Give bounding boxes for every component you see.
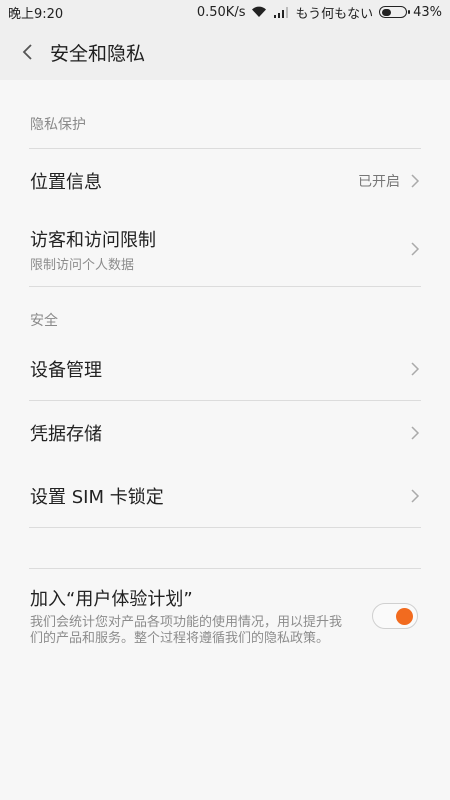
device-management-label: 设备管理 [30,359,102,381]
wifi-icon [252,6,267,18]
credential-storage-row[interactable]: 凭据存储 [0,401,450,464]
battery-icon [379,6,411,18]
battery-percent: 43% [413,4,442,20]
section-header-privacy: 隐私保护 [30,117,86,133]
plan-title: 加入“用户体验计划” [30,589,193,610]
chevron-right-icon [411,425,420,440]
sim-lock-label: 设置 SIM 卡锁定 [30,486,164,508]
user-experience-plan-row: 加入“用户体验计划” 我们会统计您对产品各项功能的使用情况，用以提升我们的产品和… [0,569,450,647]
device-management-row[interactable]: 设备管理 [0,337,450,400]
section-header-security: 安全 [30,313,58,329]
signal-icon [274,7,289,18]
chevron-right-icon [411,173,420,188]
page-title: 安全和隐私 [50,42,146,65]
title-bar: 安全和隐私 [0,24,450,80]
plan-description: 我们会统计您对产品各项功能的使用情况，用以提升我们的产品和服务。整个过程将遵循我… [30,615,343,646]
guest-access-label: 访客和访问限制 [30,229,156,251]
chevron-right-icon [411,242,420,256]
location-row[interactable]: 位置信息 已开启 [0,149,450,212]
status-time: 晚上9:20 [8,6,64,22]
guest-access-subtitle: 限制访问个人数据 [30,257,135,273]
credential-storage-label: 凭据存储 [30,423,102,445]
location-label: 位置信息 [30,171,102,193]
back-arrow-icon[interactable] [18,42,38,62]
sim-lock-row[interactable]: 设置 SIM 卡锁定 [0,464,450,527]
status-right: 0.50K/s もう何もない 43% [197,3,442,22]
status-bar: 晚上9:20 0.50K/s もう何もない 43% [0,0,450,24]
network-speed: 0.50K/s [196,4,246,20]
toggle-knob [396,608,413,625]
chevron-right-icon [411,361,420,376]
location-status: 已开启 [358,173,400,190]
plan-toggle[interactable] [372,603,418,629]
guest-access-row[interactable]: 访客和访问限制 限制访问个人数据 [0,212,450,286]
carrier-name: もう何もない [295,6,374,22]
chevron-right-icon [411,488,420,503]
